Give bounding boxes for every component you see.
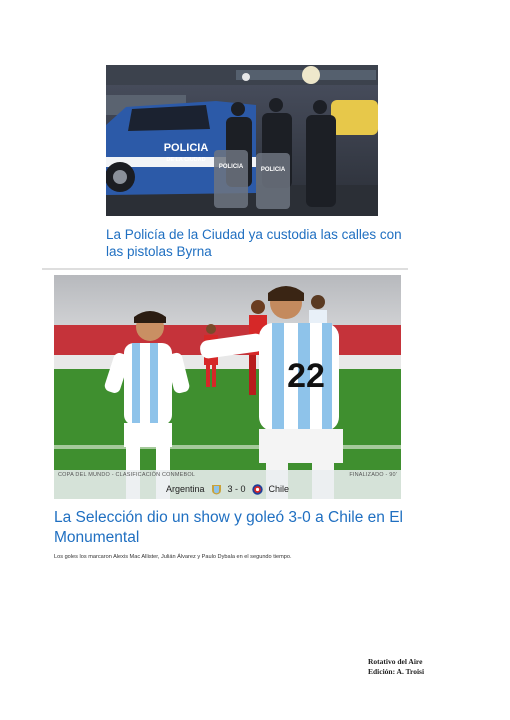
away-team-name: Chile [268,484,290,494]
headline-police[interactable]: La Policía de la Ciudad ya custodia las … [106,226,406,260]
score-row: Argentina 3 - 0 Chile [54,482,401,496]
jersey-number: 22 [287,357,325,395]
scoreboard[interactable]: COPA DEL MUNDO - CLASIFICACIÓN CONMEBOL … [54,470,401,499]
edition-credit: Edición: A. Troisi [368,667,425,676]
football-photo-illustration: 22 [54,275,401,499]
car-lettering-sub: DE LA CIUDAD [166,157,205,163]
shield-label-2: POLICIA [261,167,286,173]
car-lettering: POLICIA [164,142,209,154]
police-photo-illustration: POLICIA POLICIA POLICIA DE LA CIUDAD [106,65,378,216]
match-status: FINALIZADO - 90' [349,472,397,478]
publication-name: Rotativo del Aire [368,657,423,666]
football-photo[interactable]: 22 [54,275,401,499]
police-photo[interactable]: POLICIA POLICIA POLICIA DE LA CIUDAD [106,65,378,216]
footer-credit: Rotativo del Aire Edición: A. Troisi [368,657,468,677]
chile-crest-icon [251,483,263,495]
headline-seleccion[interactable]: La Selección dio un show y goleó 3-0 a C… [54,508,414,548]
argentina-crest-icon [211,484,222,495]
competition-label: COPA DEL MUNDO - CLASIFICACIÓN CONMEBOL [58,472,196,478]
match-score: 3 - 0 [227,484,246,494]
home-team-name: Argentina [165,484,205,494]
summary-seleccion: Los goles los marcaron Alexis Mac Allist… [54,554,292,560]
shield-label-1: POLICIA [219,164,244,170]
divider [42,268,408,270]
